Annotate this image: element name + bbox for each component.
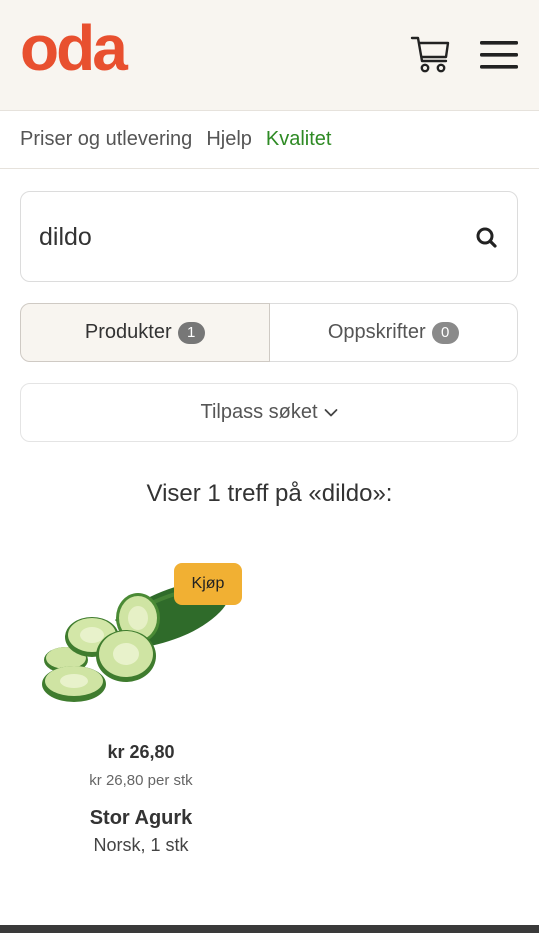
refine-search-label: Tilpass søket: [200, 401, 318, 423]
search-icon: [476, 227, 497, 248]
cart-icon: [410, 36, 450, 73]
tab-produkter[interactable]: Produkter 1: [20, 303, 270, 362]
search-button[interactable]: [467, 218, 507, 258]
oda-logo[interactable]: oda: [20, 16, 128, 80]
results-heading: Viser 1 treff på «dildo»:: [146, 480, 393, 507]
bottom-bar: [0, 925, 539, 933]
tab-oppskrifter[interactable]: Oppskrifter 0: [269, 303, 518, 362]
tab-produkter-count-badge: 1: [177, 321, 205, 344]
refine-search-button[interactable]: Tilpass søket: [20, 383, 518, 442]
nav-item-priser[interactable]: Priser og utlevering: [20, 128, 192, 151]
menu-button[interactable]: [478, 38, 520, 72]
hamburger-menu-icon: [480, 41, 518, 69]
tab-produkter-label: Produkter: [84, 321, 172, 343]
product-name[interactable]: Stor Agurk: [20, 807, 262, 830]
search-input[interactable]: [39, 217, 439, 257]
cart-button[interactable]: [410, 33, 452, 75]
top-header: oda: [0, 0, 539, 111]
buy-button[interactable]: Kjøp: [174, 563, 242, 605]
product-price: kr 26,80: [107, 742, 175, 762]
tab-oppskrifter-label: Oppskrifter: [327, 321, 426, 343]
product-unit-price: kr 26,80 per stk: [89, 772, 193, 789]
nav-item-hjelp[interactable]: Hjelp: [206, 128, 252, 151]
tab-oppskrifter-count-badge: 0: [431, 321, 459, 344]
product-description: Norsk, 1 stk: [93, 835, 189, 855]
nav-item-kvalitet[interactable]: Kvalitet: [266, 128, 332, 151]
result-tabs: Produkter 1 Oppskrifter 0: [20, 303, 518, 362]
search-box: [20, 191, 518, 282]
top-nav: Priser og utlevering Hjelp Kvalitet: [0, 111, 539, 169]
product-card[interactable]: Kjøp kr 26,80 kr 26,80 per stk Stor Agur…: [20, 540, 262, 870]
chevron-down-icon: [324, 408, 337, 416]
